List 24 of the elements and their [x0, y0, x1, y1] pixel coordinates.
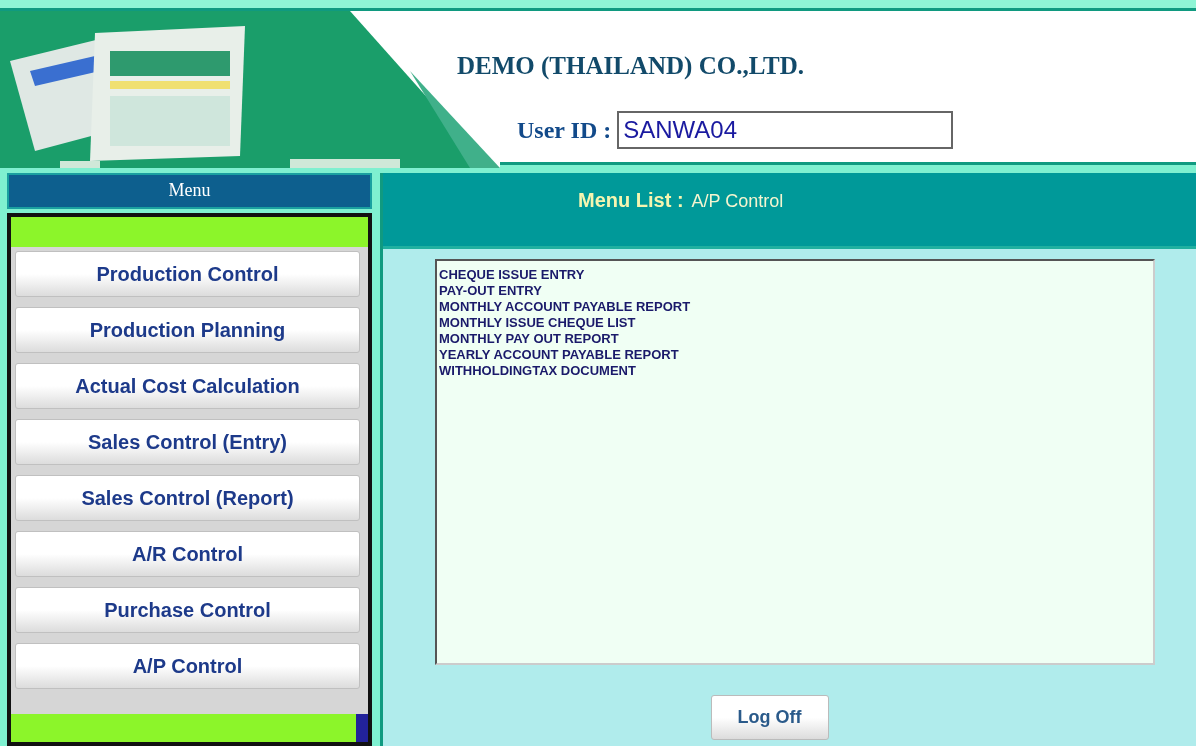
menu-list-label: Menu List :	[578, 188, 684, 213]
log-off-button[interactable]: Log Off	[710, 695, 829, 740]
menu-button[interactable]: A/P Control	[15, 643, 360, 689]
menu-listbox[interactable]: CHEQUE ISSUE ENTRY PAY-OUT ENTRY MONTHLY ACCOUNT PAYABLE REPORT MONTHLY ISSUE CHEQUE LIST MONTHLY PAY OUT REPORT YEARLY ACCOUNT PAYABLE REPORT WITHHOLDINGTAX DOCUMENT	[435, 259, 1155, 665]
scrollbar-strip	[356, 714, 368, 742]
menu-button[interactable]: Sales Control (Report)	[15, 475, 360, 521]
menu-button[interactable]: Production Control	[15, 251, 360, 297]
menu-header: Menu	[7, 173, 372, 209]
menu-button[interactable]: A/R Control	[15, 531, 360, 577]
menu-list-item[interactable]: WITHHOLDINGTAX DOCUMENT	[439, 363, 636, 379]
company-name: DEMO (THAILAND) CO.,LTD.	[457, 51, 806, 82]
menu-list-item[interactable]: MONTHLY ACCOUNT PAYABLE REPORT	[439, 299, 691, 315]
menu-list-item[interactable]: YEARLY ACCOUNT PAYABLE REPORT	[439, 347, 679, 363]
menu-list-item[interactable]: PAY-OUT ENTRY	[439, 283, 542, 299]
menu-list-item[interactable]: MONTHLY ISSUE CHEQUE LIST	[439, 315, 636, 331]
menu-list-item[interactable]: MONTHLY PAY OUT REPORT	[439, 331, 619, 347]
menu-button[interactable]: Purchase Control	[15, 587, 360, 633]
menu-list-value: A/P Control	[691, 190, 784, 213]
menu-button[interactable]: Production Planning	[15, 307, 360, 353]
user-id-label: User ID :	[517, 115, 612, 145]
menu-list-item[interactable]: CHEQUE ISSUE ENTRY	[439, 267, 585, 283]
menu-button[interactable]: Sales Control (Entry)	[15, 419, 360, 465]
user-id-field[interactable]: SANWA04	[617, 110, 954, 149]
menu-button[interactable]: Actual Cost Calculation	[15, 363, 360, 409]
